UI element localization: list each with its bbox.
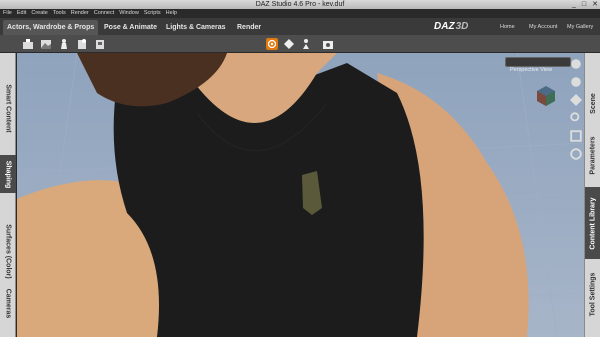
tab-scene-label: Scene [589, 92, 597, 114]
my-gallery-link[interactable]: My Gallery [567, 20, 593, 34]
menu-help[interactable]: Help [166, 9, 177, 18]
prop-icon[interactable] [94, 38, 106, 50]
camera-icon[interactable] [322, 38, 334, 50]
left-panel: Smart Content Shaping Surfaces (Color) C… [0, 53, 16, 337]
tab-content-library-label: Content Library [589, 196, 597, 250]
menu-edit[interactable]: Edit [17, 9, 26, 18]
logo-3d: 3D [455, 21, 469, 32]
viewport-tools [570, 57, 582, 165]
pan-icon[interactable] [570, 94, 582, 106]
tab-scene[interactable]: Scene [585, 83, 600, 123]
window-title: DAZ Studio 4.6 Pro - kev.duf [255, 1, 345, 8]
menu-render[interactable]: Render [71, 9, 89, 18]
view-cube-icon[interactable] [533, 83, 559, 109]
menu-create[interactable]: Create [31, 9, 48, 18]
activity-tab-bar: Actors, Wardrobe & Props Pose & Animate … [0, 18, 600, 35]
tab-content-library[interactable]: Content Library [585, 187, 600, 259]
reset-icon[interactable] [570, 148, 582, 160]
viewport-scene [17, 53, 584, 337]
frame-icon[interactable] [570, 130, 582, 142]
tab-parameters[interactable]: Parameters [585, 125, 600, 185]
scene-import-icon[interactable] [22, 38, 34, 50]
tab-parameters-label: Parameters [589, 135, 597, 175]
tab-surfaces-label: Surfaces (Color) [4, 223, 12, 279]
orbit-icon[interactable] [570, 76, 582, 88]
title-bar: DAZ Studio 4.6 Pro - kev.duf _ □ ✕ [0, 0, 600, 9]
tab-shaping-label: Shaping [4, 160, 12, 188]
landscape-icon[interactable] [40, 38, 52, 50]
close-button[interactable]: ✕ [592, 0, 598, 9]
tab-tool-settings-label: Tool Settings [589, 272, 597, 316]
menu-window[interactable]: Window [119, 9, 139, 18]
menu-scripts[interactable]: Scripts [144, 9, 161, 18]
camera-select[interactable]: Perspective View [505, 57, 571, 73]
menu-file[interactable]: File [3, 9, 12, 18]
pose-tool-icon[interactable] [300, 38, 312, 50]
menu-connect[interactable]: Connect [94, 9, 115, 18]
camera-label: Perspective View [510, 67, 553, 73]
logo-daz: DAZ [434, 21, 455, 32]
tab-actors-wardrobe-props[interactable]: Actors, Wardrobe & Props [3, 20, 99, 35]
tab-smart-content-label: Smart Content [4, 83, 12, 133]
figure-icon[interactable] [58, 38, 70, 50]
daz3d-logo: DAZ 3D [434, 19, 468, 34]
home-link[interactable]: Home [500, 20, 515, 34]
menu-bar: File Edit Create Tools Render Connect Wi… [0, 9, 600, 18]
menu-tools[interactable]: Tools [53, 9, 66, 18]
tab-tool-settings[interactable]: Tool Settings [585, 261, 600, 327]
toolbar [0, 35, 600, 53]
tab-cameras[interactable]: Cameras [0, 273, 16, 333]
tab-shaping[interactable]: Shaping [0, 155, 16, 193]
rotate-tool-icon[interactable] [283, 38, 295, 50]
view-mode-icon[interactable] [570, 58, 582, 70]
universal-tool-icon[interactable] [266, 38, 278, 50]
wardrobe-icon[interactable] [76, 38, 88, 50]
maximize-button[interactable]: □ [582, 0, 586, 9]
tab-pose-animate[interactable]: Pose & Animate [100, 20, 161, 35]
3d-viewport[interactable]: Perspective View [17, 53, 584, 337]
tab-render[interactable]: Render [233, 20, 265, 35]
minimize-button[interactable]: _ [572, 0, 576, 9]
my-account-link[interactable]: My Account [529, 20, 557, 34]
tab-smart-content[interactable]: Smart Content [0, 63, 16, 153]
tab-lights-cameras[interactable]: Lights & Cameras [162, 20, 230, 35]
right-panel: Scene Parameters Content Library Tool Se… [584, 53, 600, 337]
zoom-icon[interactable] [570, 112, 582, 124]
tab-cameras-label: Cameras [4, 288, 12, 318]
